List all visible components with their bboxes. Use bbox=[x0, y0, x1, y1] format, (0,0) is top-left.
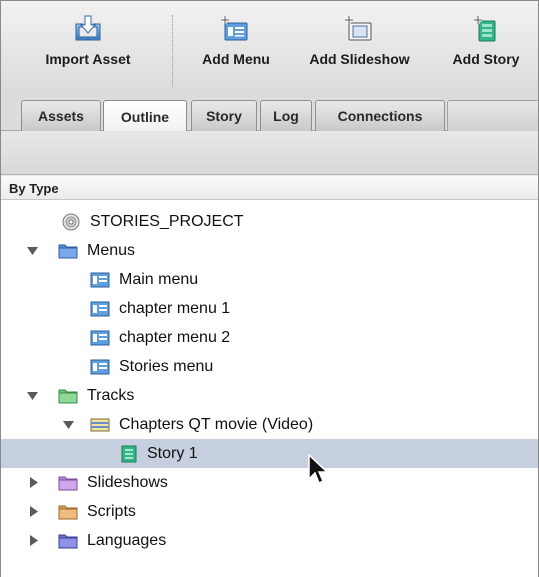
menu-icon bbox=[90, 359, 110, 374]
tab-log[interactable]: Log bbox=[260, 100, 312, 131]
disc-icon bbox=[62, 213, 80, 230]
add-slideshow-button[interactable]: Add Slideshow bbox=[297, 15, 422, 91]
outline-row-chapter-menu-1[interactable]: chapter menu 1 bbox=[1, 294, 538, 323]
outline-row-menus[interactable]: Menus bbox=[1, 236, 538, 265]
menu-icon bbox=[90, 301, 110, 316]
folder-icon bbox=[58, 534, 78, 548]
outline-row-label: Menus bbox=[87, 241, 136, 259]
menu-icon bbox=[90, 330, 110, 345]
outline-row-label: Main menu bbox=[119, 270, 199, 288]
import-asset-icon bbox=[75, 15, 101, 41]
toolbar-separator bbox=[172, 15, 173, 87]
disclosure-expanded-icon[interactable] bbox=[26, 390, 38, 402]
outline-row-story-1[interactable]: Story 1 bbox=[1, 439, 538, 468]
outline-row-languages[interactable]: Languages bbox=[1, 526, 538, 555]
folder-icon bbox=[58, 505, 78, 519]
tab-story[interactable]: Story bbox=[191, 100, 257, 131]
folder-icon bbox=[58, 476, 78, 490]
list-header-by-type[interactable]: By Type bbox=[1, 176, 538, 200]
disclosure-expanded-icon[interactable] bbox=[62, 419, 74, 431]
outline-row-label: Tracks bbox=[87, 386, 135, 404]
track-icon bbox=[90, 418, 110, 431]
outline-row-label: Languages bbox=[87, 531, 167, 549]
outline-row-scripts[interactable]: Scripts bbox=[1, 497, 538, 526]
outline-row-slideshows[interactable]: Slideshows bbox=[1, 468, 538, 497]
disclosure-collapsed-icon[interactable] bbox=[28, 477, 40, 489]
outline-row-label: Scripts bbox=[87, 502, 136, 520]
tab-subbar bbox=[1, 131, 538, 175]
folder-icon bbox=[58, 389, 78, 403]
tab-connections[interactable]: Connections bbox=[315, 100, 445, 131]
mouse-pointer-icon bbox=[308, 454, 329, 485]
outline-row-label: Story 1 bbox=[147, 444, 198, 462]
toolbar: Import Asset Add Menu Add Slideshow Add … bbox=[1, 1, 538, 97]
outline-row-label: Stories menu bbox=[119, 357, 214, 375]
story-icon bbox=[121, 445, 137, 462]
add-menu-label: Add Menu bbox=[202, 51, 270, 67]
outline-window: Import Asset Add Menu Add Slideshow Add … bbox=[0, 0, 539, 577]
outline-row-chapter-menu-2[interactable]: chapter menu 2 bbox=[1, 323, 538, 352]
outline-row-stories-menu[interactable]: Stories menu bbox=[1, 352, 538, 381]
outline-row-label: chapter menu 2 bbox=[119, 328, 231, 346]
outline-row-project[interactable]: STORIES_PROJECT bbox=[1, 207, 538, 236]
folder-icon bbox=[58, 244, 78, 258]
import-asset-label: Import Asset bbox=[45, 51, 131, 67]
outline-list: By Type STORIES_PROJECT Menus Main menu … bbox=[1, 176, 538, 577]
tab-assets[interactable]: Assets bbox=[21, 100, 101, 131]
add-slideshow-label: Add Slideshow bbox=[309, 51, 410, 67]
add-story-button[interactable]: Add Story bbox=[441, 15, 531, 91]
outline-row-main-menu[interactable]: Main menu bbox=[1, 265, 538, 294]
disclosure-collapsed-icon[interactable] bbox=[28, 506, 40, 518]
add-story-icon bbox=[474, 16, 496, 42]
add-menu-icon bbox=[221, 16, 248, 41]
add-story-label: Add Story bbox=[452, 51, 520, 67]
outline-row-chapters-qt-movie[interactable]: Chapters QT movie (Video) bbox=[1, 410, 538, 439]
outline-row-tracks[interactable]: Tracks bbox=[1, 381, 538, 410]
disclosure-expanded-icon[interactable] bbox=[26, 245, 38, 257]
tab-outline[interactable]: Outline bbox=[103, 100, 187, 132]
add-slideshow-icon bbox=[344, 16, 371, 41]
outline-row-label: Chapters QT movie (Video) bbox=[119, 415, 314, 433]
outline-row-label: STORIES_PROJECT bbox=[90, 212, 244, 230]
outline-row-label: Slideshows bbox=[87, 473, 168, 491]
tab-bar-filler bbox=[447, 100, 538, 131]
menu-icon bbox=[90, 272, 110, 287]
disclosure-collapsed-icon[interactable] bbox=[28, 535, 40, 547]
add-menu-button[interactable]: Add Menu bbox=[189, 15, 283, 91]
import-asset-button[interactable]: Import Asset bbox=[33, 15, 143, 91]
outline-row-label: chapter menu 1 bbox=[119, 299, 231, 317]
tab-bar: Assets Outline Story Log Connections bbox=[1, 97, 538, 132]
